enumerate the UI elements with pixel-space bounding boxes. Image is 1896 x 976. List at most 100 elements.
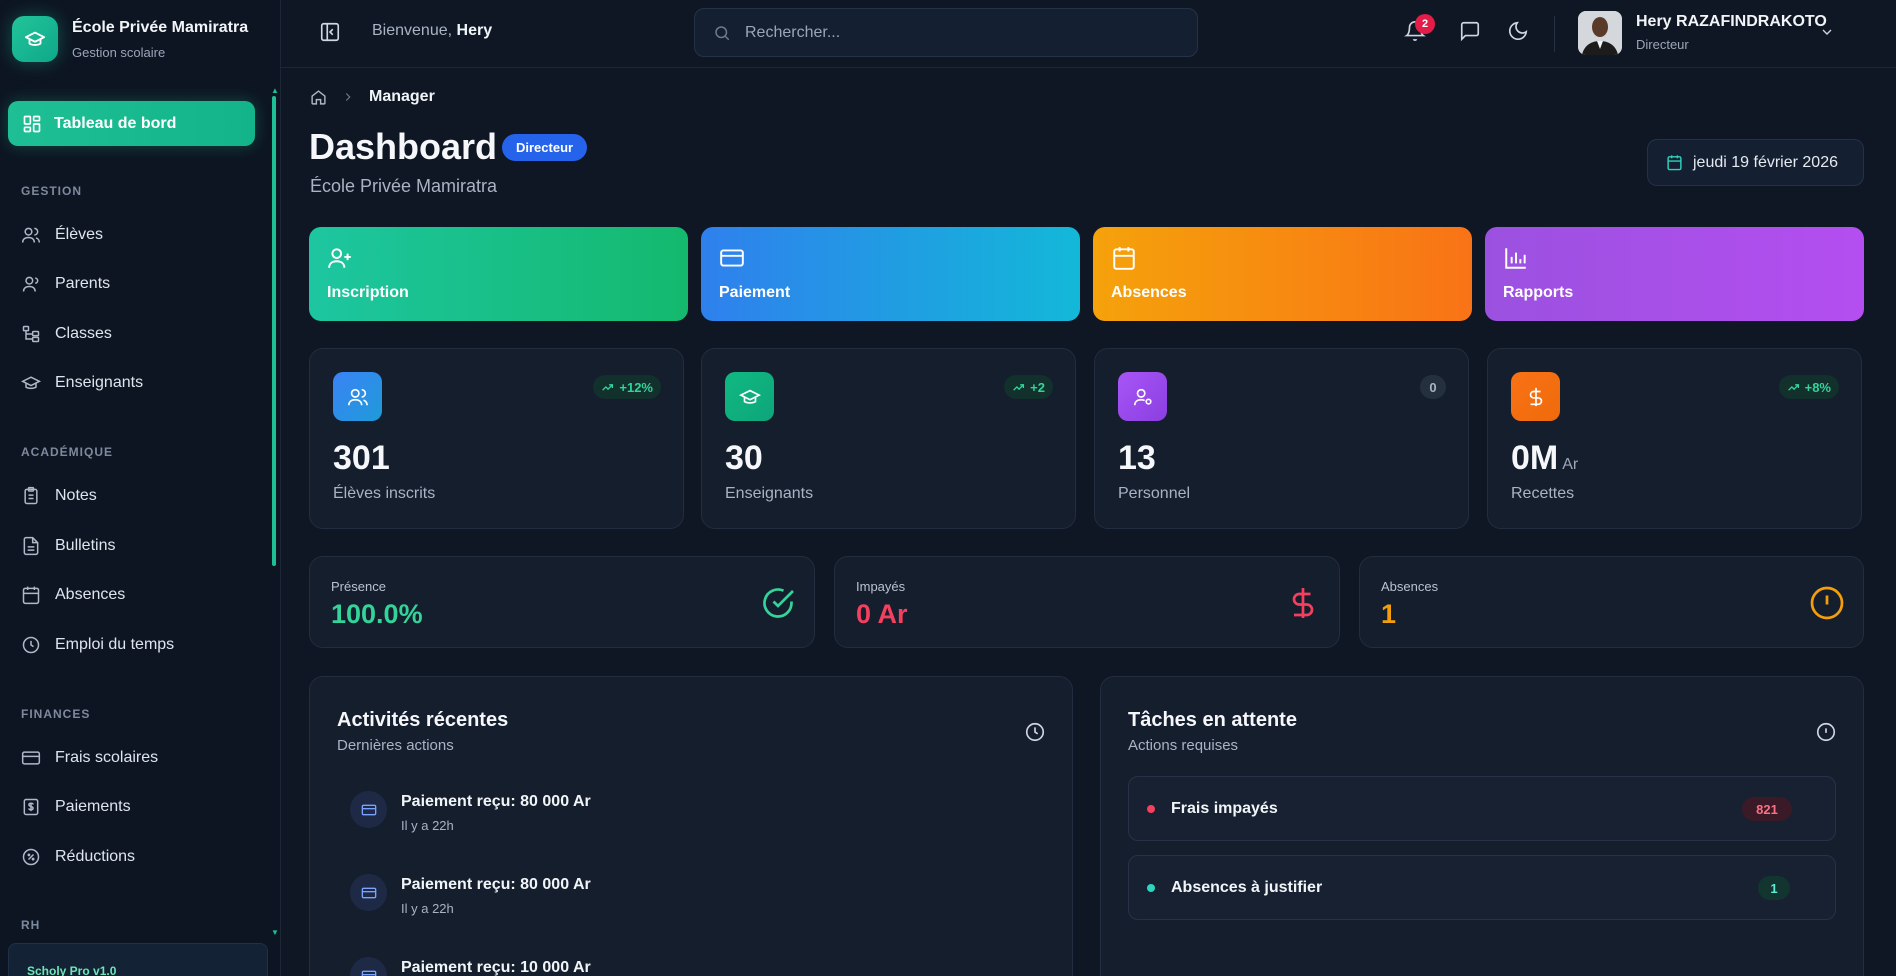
sidebar-item-parents[interactable]: Parents: [21, 271, 110, 297]
dollar-icon: [1285, 585, 1321, 626]
school-name: École Privée Mamiratra: [72, 18, 249, 36]
sidebar-item-bulletins[interactable]: Bulletins: [21, 533, 115, 559]
sidebar-item-eleves[interactable]: Élèves: [21, 222, 103, 248]
quick-action-rapports[interactable]: Rapports: [1485, 227, 1864, 321]
home-icon[interactable]: [310, 89, 327, 106]
stat-card-recettes[interactable]: +8% 0M Ar Recettes: [1487, 348, 1862, 529]
message-icon: [1460, 21, 1480, 42]
trend-value: +12%: [619, 379, 653, 395]
trend-up-icon: [1787, 383, 1799, 391]
top-header: Bienvenue, Hery 2 Hery RAZAFINDRAKOTO Di…: [281, 0, 1896, 68]
trend-value: +8%: [1804, 379, 1831, 395]
brand[interactable]: École Privée Mamiratra Gestion scolaire: [12, 16, 248, 62]
summary-label: Absences: [1381, 579, 1439, 594]
summary-card-absences[interactable]: Absences 1: [1359, 556, 1864, 648]
recent-activities-panel: Activités récentes Dernières actions Pai…: [309, 676, 1073, 976]
user-menu-button[interactable]: [1819, 24, 1835, 45]
users-icon: [333, 372, 382, 421]
discount-icon: [22, 848, 40, 866]
trend-badge: 0: [1420, 375, 1446, 399]
trend-badge: +12%: [593, 375, 661, 399]
nav-section-rh: RH: [21, 918, 41, 932]
stat-value: 301: [333, 439, 390, 477]
calendar-icon: [22, 586, 40, 605]
card-icon: [350, 874, 387, 911]
clock-icon[interactable]: [1024, 721, 1046, 748]
quick-action-inscription[interactable]: Inscription: [309, 227, 688, 321]
scroll-down-icon[interactable]: ▼: [271, 928, 279, 937]
sidebar-item-label: Absences: [55, 586, 126, 603]
avatar[interactable]: [1578, 11, 1622, 55]
summary-value: 1: [1381, 599, 1397, 629]
messages-button[interactable]: [1459, 20, 1481, 47]
users-icon: [21, 227, 41, 243]
quick-action-label: Inscription: [327, 284, 409, 301]
sidebar-item-label: Parents: [55, 275, 111, 292]
trend-up-icon: [602, 383, 614, 391]
dashboard-icon: [23, 115, 41, 132]
summary-card-impayes[interactable]: Impayés 0 Ar: [834, 556, 1340, 648]
welcome-prefix: Bienvenue,: [372, 22, 453, 39]
sidebar-item-label: Réductions: [55, 848, 136, 865]
stat-card-personnel[interactable]: 0 13 Personnel: [1094, 348, 1469, 529]
nav-section-finances: FINANCES: [21, 707, 91, 721]
moon-icon: [1508, 21, 1528, 41]
stat-card-enseignants[interactable]: +2 30 Enseignants: [701, 348, 1076, 529]
task-item-absences-a-justifier[interactable]: Absences à justifier 1: [1128, 855, 1836, 920]
sidebar-item-reductions[interactable]: Réductions: [21, 844, 135, 870]
sidebar-item-notes[interactable]: Notes: [21, 483, 97, 509]
quick-action-absences[interactable]: Absences: [1093, 227, 1472, 321]
user-cog-icon: [1118, 372, 1167, 421]
scroll-up-icon[interactable]: ▲: [271, 86, 279, 95]
sidebar-scrollbar[interactable]: [272, 96, 276, 566]
file-icon: [23, 536, 39, 556]
sidebar-item-label: Paiements: [55, 798, 131, 815]
page-subtitle: École Privée Mamiratra: [310, 176, 498, 196]
stat-number: 0M: [1511, 439, 1559, 477]
card-icon: [720, 249, 744, 267]
user-name[interactable]: Hery RAZAFINDRAKOTO: [1636, 13, 1827, 31]
search-icon: [715, 25, 730, 40]
sidebar-toggle-button[interactable]: [319, 21, 341, 48]
theme-toggle-button[interactable]: [1507, 20, 1529, 47]
sidebar-item-label: Bulletins: [55, 537, 116, 554]
sidebar-item-absences[interactable]: Absences: [21, 582, 125, 608]
breadcrumb-current: Manager: [369, 88, 435, 105]
activity-item[interactable]: Paiement reçu: 80 000 Ar Il y a 22h: [350, 791, 591, 833]
activity-item[interactable]: Paiement reçu: 80 000 Ar Il y a 22h: [350, 874, 591, 916]
task-label: Absences à justifier: [1171, 878, 1323, 896]
activity-item[interactable]: Paiement reçu: 10 000 Ar: [350, 957, 591, 976]
search-input[interactable]: [745, 23, 1145, 42]
trend-badge: +2: [1004, 375, 1053, 399]
sidebar-item-paiements[interactable]: Paiements: [21, 794, 131, 820]
role-badge: Directeur: [502, 134, 588, 161]
sidebar-item-dashboard[interactable]: Tableau de bord: [8, 101, 255, 146]
stat-unit: Ar: [1562, 456, 1579, 473]
sidebar-item-frais-scolaires[interactable]: Frais scolaires: [21, 745, 158, 771]
status-dot: [1147, 883, 1155, 892]
stat-value: 30: [725, 439, 763, 477]
activity-title: Paiement reçu: 10 000 Ar: [401, 959, 591, 976]
welcome-text: Bienvenue, Hery: [372, 22, 492, 40]
quick-action-label: Absences: [1111, 284, 1187, 301]
alert-circle-icon[interactable]: [1815, 721, 1837, 748]
nav-section-gestion: GESTION: [21, 184, 83, 198]
panel-title: Tâches en attente: [1128, 709, 1297, 731]
quick-action-paiement[interactable]: Paiement: [701, 227, 1080, 321]
stat-value: 13: [1118, 439, 1156, 477]
card-icon: [350, 791, 387, 828]
user-plus-icon: [328, 248, 351, 268]
sidebar-item-classes[interactable]: Classes: [21, 321, 112, 347]
summary-value: 0 Ar: [856, 599, 908, 629]
sidebar-item-emploi-du-temps[interactable]: Emploi du temps: [21, 632, 174, 658]
date-display: jeudi 19 février 2026: [1647, 139, 1864, 186]
sidebar-item-enseignants[interactable]: Enseignants: [21, 370, 143, 396]
stat-label: Enseignants: [725, 485, 814, 502]
card-icon: [21, 751, 41, 765]
sidebar-item-label: Élèves: [55, 226, 104, 243]
stat-card-eleves[interactable]: +12% 301 Élèves inscrits: [309, 348, 684, 529]
task-item-frais-impayes[interactable]: Frais impayés 821: [1128, 776, 1836, 841]
search-box[interactable]: [694, 8, 1198, 57]
activity-time: Il y a 22h: [401, 901, 454, 916]
summary-card-presence[interactable]: Présence 100.0%: [309, 556, 815, 648]
